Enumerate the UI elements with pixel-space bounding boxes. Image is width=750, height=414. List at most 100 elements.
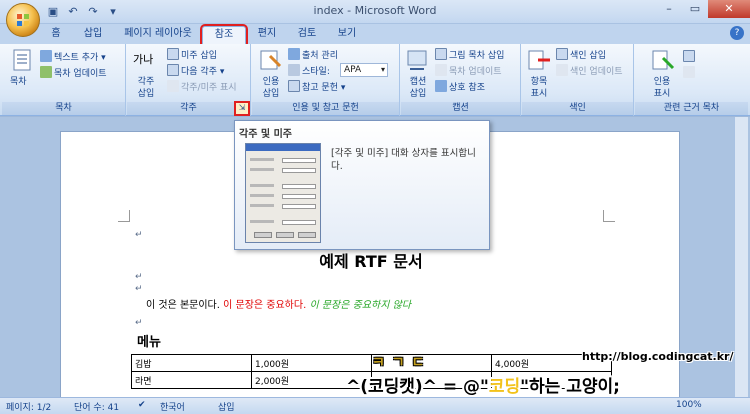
vertical-scrollbar[interactable] — [734, 117, 748, 397]
tab-references[interactable]: 참조 — [200, 24, 248, 46]
cross-reference-button[interactable]: 상호 참조 — [435, 80, 485, 94]
watermark-logo: ㅋ ㄱ ㄷ — [372, 355, 426, 371]
minimize-button[interactable]: – — [656, 0, 682, 18]
crop-mark — [603, 210, 615, 222]
preview-line — [250, 158, 274, 161]
footnote-dialog-launcher[interactable]: ⇲ — [234, 101, 250, 116]
next-footnote-button[interactable]: 다음 각주 ▾ — [167, 64, 224, 78]
preview-line — [250, 184, 274, 187]
next-footnote-icon — [167, 64, 179, 76]
window-controls: – ▭ ✕ — [656, 0, 750, 18]
status-bar: 페이지: 1/2 단어 수: 41 ✔ 한국어 삽입 100% — [0, 397, 750, 414]
insert-caption-icon — [407, 50, 427, 70]
update-index-icon — [556, 64, 568, 76]
preview-line — [250, 204, 274, 207]
dialog-preview-image — [245, 143, 321, 243]
tooltip-description: [각주 및 미주] 대화 상자를 표시합니다. — [331, 148, 476, 172]
insert-caption-button[interactable]: 캡션 삽입 — [405, 76, 431, 100]
mark-entry-icon — [528, 50, 550, 70]
office-button[interactable] — [6, 3, 40, 37]
manage-sources-button[interactable]: 출처 관리 — [288, 48, 338, 62]
group-citations: 인용 삽입 출처 관리 스타일: APA ▾ 참고 문헌 ▾ 인용 및 참고 문헌 — [252, 44, 400, 116]
update-index-button[interactable]: 색인 업데이트 — [556, 64, 623, 78]
close-button[interactable]: ✕ — [708, 0, 750, 18]
crop-mark — [118, 210, 130, 222]
chevron-down-icon: ▾ — [380, 65, 385, 74]
menu-heading: 메뉴 — [137, 335, 161, 350]
preview-button — [254, 232, 272, 238]
group-label-footnotes: 각주 — [127, 102, 250, 115]
tab-home[interactable]: 홈 — [44, 26, 68, 44]
bibliography-button[interactable]: 참고 문헌 ▾ — [288, 80, 345, 94]
paragraph-mark: ↵ — [135, 284, 143, 294]
footnote-big-icon: 가나 — [133, 53, 154, 66]
bibliography-icon — [288, 80, 300, 92]
preview-button — [276, 232, 294, 238]
table-cell[interactable]: 1,000원 — [251, 354, 372, 372]
table-cell[interactable]: 라면 — [131, 371, 252, 389]
group-toc: 목차 텍스트 추가 ▾ 목차 업데이트 목차 — [2, 44, 126, 116]
tab-review[interactable]: 검토 — [290, 26, 324, 44]
cross-reference-icon — [435, 80, 447, 92]
mark-citation-icon — [652, 50, 675, 70]
endnote-icon — [167, 48, 179, 60]
table-of-figures-icon — [435, 48, 447, 60]
watermark-url: http://blog.codingcat.kr/ — [582, 350, 734, 363]
group-label-authorities: 관련 근거 목차 — [635, 102, 748, 115]
insert-table-of-figures-button[interactable]: 그림 목차 삽입 — [435, 48, 504, 62]
tab-page-layout[interactable]: 페이지 레이아웃 — [118, 26, 198, 44]
preview-field — [282, 194, 316, 199]
proofing-icon[interactable]: ✔ — [138, 400, 146, 410]
preview-button — [298, 232, 316, 238]
watermark-slogan: ^(코딩캣)^ = @"코딩"하는 고양이; — [346, 377, 620, 397]
show-notes-button[interactable]: 각주/미주 표시 — [167, 80, 237, 94]
insert-index-button[interactable]: 색인 삽입 — [556, 48, 606, 62]
update-table-button[interactable]: 목차 업데이트 — [435, 64, 502, 78]
preview-field — [282, 204, 316, 209]
group-label-toc: 목차 — [2, 102, 125, 115]
status-language[interactable]: 한국어 — [160, 400, 185, 413]
table-cell[interactable]: 김밥 — [131, 354, 252, 372]
insert-authorities-button[interactable] — [683, 50, 697, 64]
toc-icon — [13, 49, 31, 71]
window-title: index - Microsoft Word — [313, 4, 437, 17]
status-page[interactable]: 페이지: 1/2 — [6, 400, 51, 413]
insert-citation-button[interactable]: 인용 삽입 — [258, 76, 284, 100]
update-table-icon — [435, 64, 447, 76]
mark-citation-button[interactable]: 인용 표시 — [649, 76, 675, 100]
tooltip-title: 각주 및 미주 — [239, 129, 292, 140]
group-captions: 캡션 삽입 그림 목차 삽입 목차 업데이트 상호 참조 캡션 — [401, 44, 521, 116]
tab-mailings[interactable]: 편지 — [252, 26, 282, 44]
group-index: 항목 표시 색인 삽입 색인 업데이트 색인 — [522, 44, 634, 116]
status-insert-mode[interactable]: 삽입 — [218, 400, 235, 413]
citation-style-select[interactable]: APA ▾ — [340, 63, 388, 77]
help-icon[interactable]: ? — [730, 26, 744, 40]
add-text-icon — [40, 50, 52, 62]
maximize-button[interactable]: ▭ — [682, 0, 708, 18]
tab-view[interactable]: 보기 — [330, 26, 364, 44]
ribbon-tabs: 홈 삽입 페이지 레이아웃 참조 편지 검토 보기 — [0, 24, 750, 46]
preview-field — [282, 158, 316, 163]
toc-button[interactable]: 목차 — [10, 76, 27, 88]
add-text-button[interactable]: 텍스트 추가 ▾ — [40, 50, 106, 64]
group-label-captions: 캡션 — [401, 102, 520, 115]
update-authorities-button[interactable] — [683, 66, 697, 80]
preview-line — [250, 168, 274, 171]
status-zoom[interactable]: 100% — [676, 400, 702, 410]
preview-field — [282, 220, 316, 225]
tab-insert[interactable]: 삽입 — [78, 26, 108, 44]
insert-footnote-button[interactable]: 각주 삽입 — [135, 76, 157, 100]
mark-entry-button[interactable]: 항목 표시 — [526, 76, 552, 100]
update-toc-button[interactable]: 목차 업데이트 — [40, 66, 107, 80]
insert-endnote-button[interactable]: 미주 삽입 — [167, 48, 217, 62]
group-label-citations: 인용 및 참고 문헌 — [252, 102, 399, 115]
group-authorities: 인용 표시 관련 근거 목차 — [635, 44, 748, 116]
status-word-count[interactable]: 단어 수: 41 — [74, 400, 119, 413]
body-line: 이 것은 본문이다. 이 문장은 중요하다. 이 문장은 중요하지 않다 — [146, 300, 411, 311]
group-footnotes: 가나 각주 삽입 미주 삽입 다음 각주 ▾ 각주/미주 표시 각주 ⇲ — [127, 44, 251, 116]
preview-line — [250, 220, 274, 223]
document-title: 예제 RTF 문서 — [319, 252, 423, 271]
insert-authorities-icon — [683, 50, 695, 62]
preview-field — [282, 184, 316, 189]
ribbon: 목차 텍스트 추가 ▾ 목차 업데이트 목차 가나 각주 삽입 미주 삽입 다음… — [0, 44, 750, 116]
